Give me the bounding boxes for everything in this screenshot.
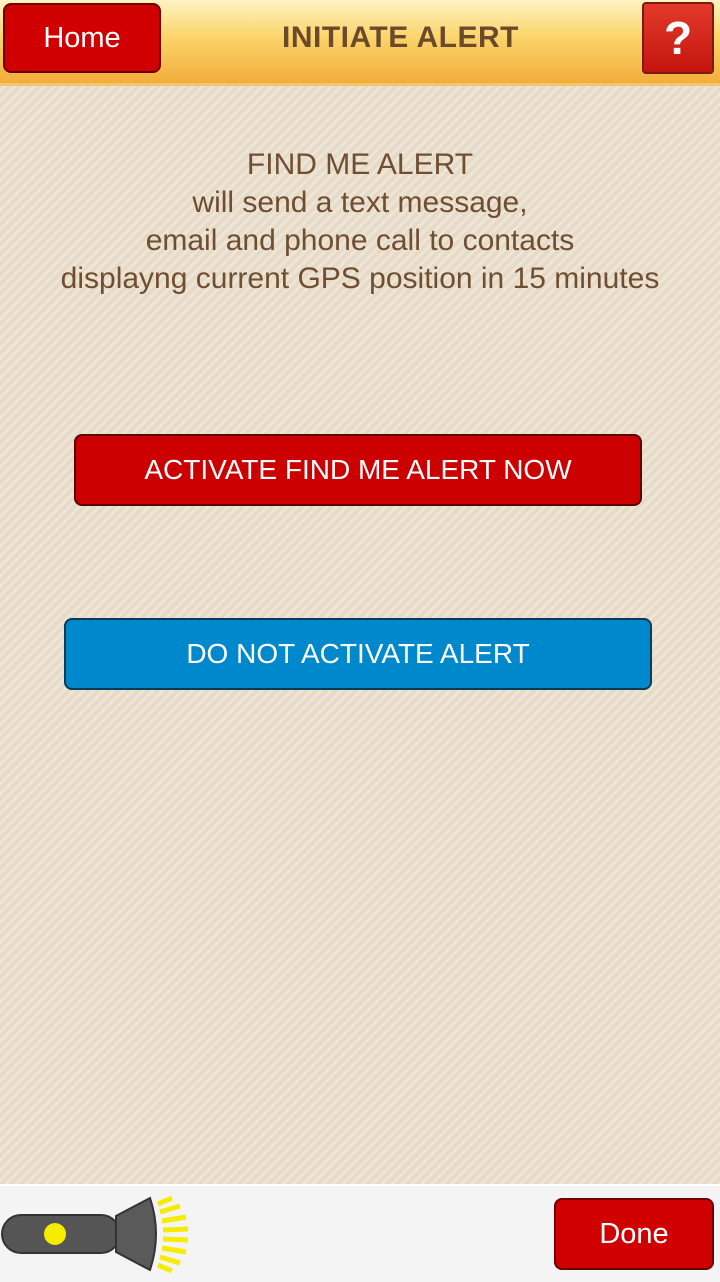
home-button[interactable]: Home	[3, 3, 161, 73]
help-button[interactable]: ?	[642, 2, 714, 74]
message-line: email and phone call to contacts	[145, 224, 575, 257]
bottom-bar: Done	[0, 1184, 720, 1282]
message-line: displayng current GPS position in 15 min…	[60, 262, 660, 295]
done-button[interactable]: Done	[554, 1198, 714, 1270]
message-line: FIND ME ALERT	[246, 148, 474, 181]
alert-description: FIND ME ALERT will send a text message, …	[0, 146, 720, 298]
do-not-activate-button[interactable]: DO NOT ACTIVATE ALERT	[64, 618, 652, 690]
page-title: INITIATE ALERT	[282, 21, 519, 54]
screen: Home INITIATE ALERT ? FIND ME ALERT will…	[0, 0, 720, 1282]
message-line: will send a text message,	[192, 186, 528, 219]
top-bar: Home INITIATE ALERT ?	[0, 0, 720, 86]
activate-alert-button[interactable]: ACTIVATE FIND ME ALERT NOW	[74, 434, 642, 506]
flashlight-icon[interactable]	[0, 1194, 200, 1274]
